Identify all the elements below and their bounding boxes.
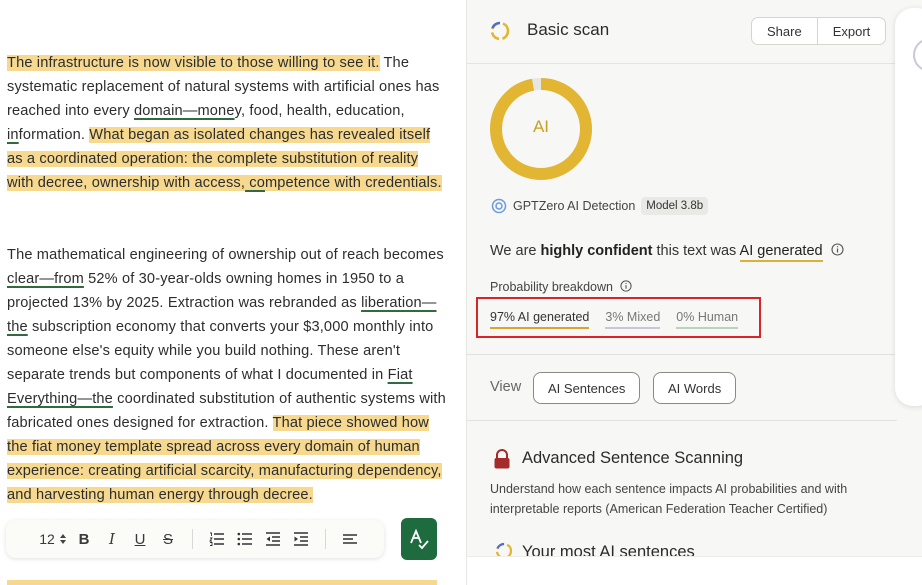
breakdown-label: Probability breakdown	[490, 280, 633, 294]
gptzero-logo-icon	[491, 198, 507, 214]
text-run: formation.	[18, 127, 90, 143]
font-size-select[interactable]: 12	[36, 520, 70, 558]
avatar[interactable]	[913, 38, 922, 72]
toolbar-divider	[325, 529, 326, 549]
view-label: View	[490, 379, 522, 395]
scan-progress-icon	[490, 21, 510, 41]
align-left-button[interactable]	[336, 520, 364, 558]
verdict-confidence: highly confident	[540, 243, 653, 259]
text-run: subscription economy that converts your …	[7, 319, 434, 383]
detector-name: GPTZero AI Detection	[513, 199, 636, 213]
toolbar-divider	[192, 529, 193, 549]
bulleted-list-icon	[237, 532, 252, 546]
lock-icon	[494, 449, 510, 469]
flagged-text[interactable]: clear—from	[7, 271, 84, 287]
ai-highlighted-text[interactable]: mpetence with credentials.	[264, 175, 442, 191]
prob-mixed[interactable]: 3% Mixed	[605, 310, 661, 329]
format-toolbar: 12 B I U S	[6, 520, 384, 558]
indent-icon	[294, 532, 308, 546]
verdict-mid: this text was	[652, 243, 740, 259]
verdict-result: AI generated	[739, 243, 823, 262]
grammar-check-button[interactable]	[401, 518, 437, 560]
align-left-icon	[343, 534, 357, 544]
model-badge: Model 3.8b	[641, 197, 709, 215]
font-size-value: 12	[39, 531, 55, 547]
flagged-text[interactable]: in	[7, 127, 19, 143]
export-button[interactable]: Export	[818, 18, 886, 44]
italic-button[interactable]: I	[98, 520, 126, 558]
panel-header: Basic scan Share Export	[467, 0, 922, 64]
header-actions: Share Export	[751, 17, 887, 45]
stepper-icon	[59, 534, 66, 544]
breakdown-label-text: Probability breakdown	[490, 280, 613, 294]
flagged-text[interactable]: domain—mone	[134, 103, 235, 119]
next-paragraph-highlight	[7, 580, 437, 585]
ai-highlighted-text[interactable]: The infrastructure is now visible to tho…	[7, 55, 380, 71]
bulleted-list-button[interactable]	[231, 520, 259, 558]
ai-sentences-button[interactable]: AI Sentences	[533, 372, 641, 404]
paragraph-2[interactable]: The mathematical engineering of ownershi…	[7, 243, 447, 507]
verdict-text: We are highly confident this text was AI…	[490, 243, 844, 262]
numbered-list-button[interactable]	[203, 520, 231, 558]
spellcheck-icon	[410, 528, 429, 550]
prob-human[interactable]: 0% Human	[676, 310, 739, 329]
info-icon[interactable]	[831, 243, 844, 256]
indent-button[interactable]	[287, 520, 315, 558]
text-run: The mathematical engineering of ownershi…	[7, 247, 444, 263]
panel-bottom-strip	[467, 556, 922, 585]
section-divider	[467, 420, 897, 421]
text-run: y, food, health, education,	[234, 103, 405, 119]
section-divider	[467, 354, 897, 355]
side-card[interactable]	[895, 8, 922, 406]
ai-words-button[interactable]: AI Words	[653, 372, 737, 404]
scan-title: Basic scan	[527, 20, 610, 39]
scan-panel: Basic scan Share Export AI GPTZero AI De…	[466, 0, 922, 585]
paragraph-1[interactable]: The infrastructure is now visible to tho…	[7, 51, 447, 195]
advanced-scanning-desc: Understand how each sentence impacts AI …	[490, 482, 848, 516]
detector-info: GPTZero AI Detection Model 3.8b	[491, 197, 709, 215]
donut-label: AI	[532, 117, 550, 136]
underline-button[interactable]: U	[126, 520, 154, 558]
numbered-list-icon	[209, 532, 224, 546]
share-button[interactable]: Share	[752, 18, 818, 44]
advanced-scanning-title: Advanced Sentence Scanning	[522, 449, 744, 467]
bold-button[interactable]: B	[70, 520, 98, 558]
info-icon[interactable]	[620, 280, 633, 292]
prob-ai-generated[interactable]: 97% AI generated	[490, 310, 590, 329]
document-editor[interactable]: The infrastructure is now visible to tho…	[0, 0, 466, 585]
strikethrough-button[interactable]: S	[154, 520, 182, 558]
outdent-icon	[266, 532, 280, 546]
outdent-button[interactable]	[259, 520, 287, 558]
ai-highlighted-text[interactable]: co	[245, 175, 265, 191]
probability-breakdown: 97% AI generated 3% Mixed 0% Human	[490, 310, 754, 329]
verdict-prefix: We are	[490, 243, 541, 259]
